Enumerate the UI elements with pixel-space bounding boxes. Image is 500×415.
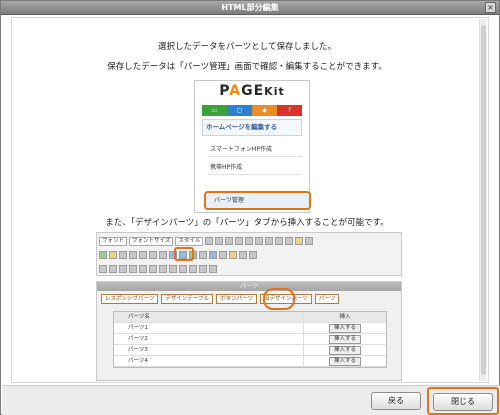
cut-icon [119, 251, 127, 259]
pagekit-item-mobile: 携帯HP作成 [208, 161, 302, 175]
close-button-highlight: 閉じる [427, 387, 499, 415]
col-insert-header: 挿入 [339, 314, 351, 320]
tab-button-parts: ボタンパーツ [216, 294, 257, 304]
tab-parts: パーツ [314, 294, 340, 304]
checkbox-icon [109, 265, 117, 273]
pagekit-item-parts-manage: パーツ管理 [204, 191, 311, 210]
image-icon [99, 251, 107, 259]
monitor-icon: ▭ [202, 105, 227, 116]
gear-icon: ◆ [252, 105, 277, 116]
font-size-select: フォントサイズ [129, 236, 174, 246]
anchor-icon [229, 251, 237, 259]
link-icon [209, 251, 217, 259]
textfield-icon [129, 265, 137, 273]
select-icon [149, 265, 157, 273]
underline-icon [225, 237, 234, 245]
insert-button: 挿入する [328, 357, 361, 366]
pagekit-menu-image: PAGEKit ▭ ▢ ◆ ? ホームページを編集する スマートフォンHP作成 … [194, 80, 311, 213]
unlink-icon [219, 251, 227, 259]
hidden-field-icon [169, 265, 177, 273]
undo-icon [139, 251, 147, 259]
editor-toolbar-image: フォント フォントサイズ スタイル [96, 232, 402, 276]
parts-panel-header: パーツ [97, 282, 401, 291]
button-icon [159, 265, 167, 273]
close-icon[interactable]: × [485, 2, 496, 13]
insert-button: 挿入する [328, 335, 361, 344]
image-button-icon [179, 265, 187, 273]
back-button[interactable]: 戻る [371, 392, 421, 410]
pagekit-icon-bar: ▭ ▢ ◆ ? [202, 105, 302, 116]
dialog-titlebar: HTML部分編集 × [1, 1, 499, 15]
parts-tab-highlight [263, 288, 295, 310]
mobile-icon: ▢ [227, 105, 252, 116]
pagekit-logo-g: G [241, 83, 254, 99]
table-row: パーツ3 挿入する [114, 345, 386, 356]
font-select: フォント [99, 236, 128, 246]
row-name: パーツ3 [114, 345, 304, 355]
indent-icon [285, 237, 294, 245]
vertical-scrollbar[interactable] [479, 19, 487, 381]
form-icon [99, 265, 107, 273]
table-row: パーツ1 挿入する [114, 323, 386, 334]
table-row: パーツ2 挿入する [114, 334, 386, 345]
flash-icon [189, 265, 197, 273]
pagekit-item-smartphone: スマートフォンHP作成 [208, 143, 302, 157]
smiley-icon [199, 265, 207, 273]
message-line-3: また、「デザインパーツ」の「パーツ」タブから挿入することが可能です。 [105, 218, 389, 228]
textarea-icon [139, 265, 147, 273]
paste-icon [295, 237, 304, 245]
tab-design-table: デザインテーブル [161, 294, 214, 304]
redo-icon [149, 251, 157, 259]
tab-responsive-parts: レスポンシブパーツ [101, 294, 159, 304]
style-select: スタイル [175, 236, 204, 246]
message-line-2: 保存したデータは「パーツ管理」画面で確認・編集することができます。 [107, 62, 387, 72]
table-row: パーツ4 挿入する [114, 356, 386, 367]
table-header-row: パーツ名 挿入 [114, 312, 386, 323]
parts-panel-image: パーツ レスポンシブパーツ デザインテーブル ボタンパーツ 旧デザインパーツ パ… [96, 281, 402, 381]
help-icon: ? [277, 105, 302, 116]
toolbar-row-1: フォント フォントサイズ スタイル [99, 235, 314, 247]
toolbar-highlight [174, 247, 194, 261]
folder-icon [109, 251, 117, 259]
dialog-footer: 戻る 閉じる [2, 385, 500, 415]
radio-icon [119, 265, 127, 273]
align-center-icon [255, 237, 264, 245]
strike-icon [235, 237, 244, 245]
special-char-icon [209, 265, 217, 273]
row-name: パーツ1 [114, 323, 304, 333]
col-name-header: パーツ名 [114, 312, 304, 322]
insert-button: 挿入する [328, 324, 361, 333]
italic-icon [215, 237, 224, 245]
row-name: パーツ4 [114, 356, 304, 366]
message-line-1: 選択したデータをパーツとして保存しました。 [157, 42, 337, 52]
preview-icon [249, 251, 257, 259]
insert-button: 挿入する [328, 346, 361, 355]
parts-panel-tabs: レスポンシブパーツ デザインテーブル ボタンパーツ 旧デザインパーツ パーツ [101, 294, 340, 304]
pagekit-logo-p: P [219, 83, 230, 99]
pagekit-home-edit: ホームページを編集する [202, 119, 302, 136]
hr-icon [199, 251, 207, 259]
find-icon [159, 251, 167, 259]
bold-icon [205, 237, 214, 245]
dialog: HTML部分編集 × 選択したデータをパーツとして保存しました。 保存したデータ… [0, 0, 500, 415]
quote-icon [305, 237, 314, 245]
row-name: パーツ2 [114, 334, 304, 344]
dialog-title: HTML部分編集 [221, 3, 279, 12]
dialog-content: 選択したデータをパーツとして保存しました。 保存したデータは「パーツ管理」画面で… [11, 17, 489, 383]
close-button[interactable]: 閉じる [433, 393, 493, 411]
pagekit-logo-a: A [229, 83, 242, 99]
align-left-icon [245, 237, 254, 245]
pagekit-logo: PAGEKit [195, 81, 309, 101]
align-right-icon [265, 237, 274, 245]
copy-icon [129, 251, 137, 259]
parts-table: パーツ名 挿入 パーツ1 挿入する パーツ2 挿入する パーツ3 挿入する パー… [113, 311, 387, 368]
source-icon [239, 251, 247, 259]
pagekit-logo-kit: Kit [264, 85, 285, 98]
scrollbar-thumb[interactable] [481, 25, 486, 375]
toolbar-row-3 [99, 263, 217, 275]
pagekit-logo-e: E [253, 83, 265, 99]
list-icon [275, 237, 284, 245]
